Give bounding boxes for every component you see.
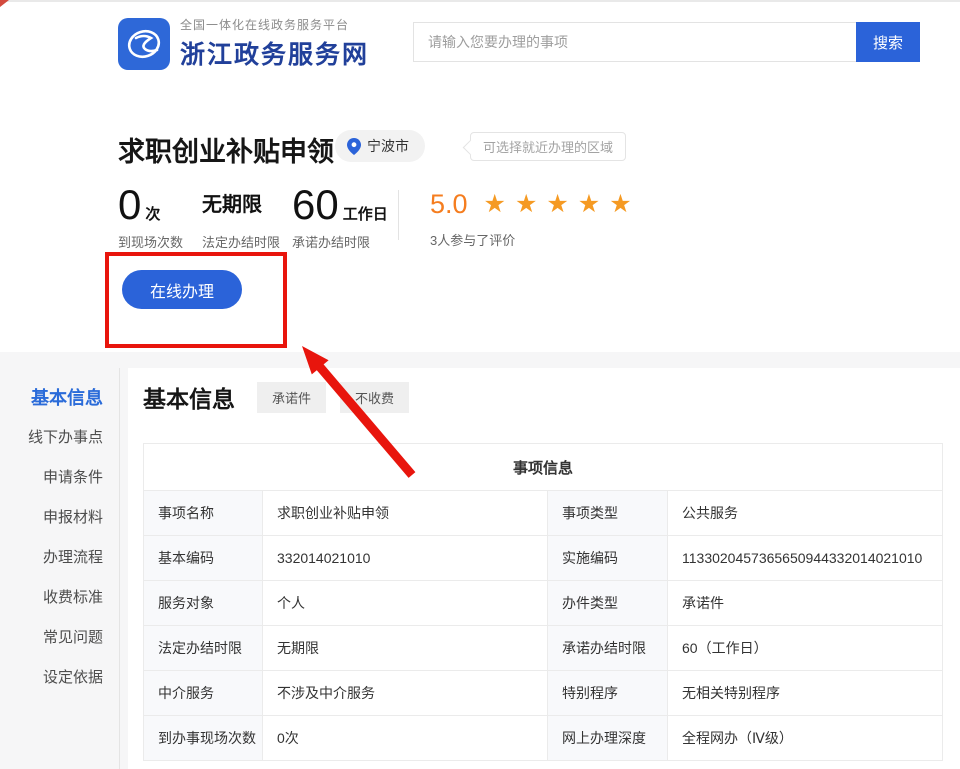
location-pin-icon — [347, 138, 361, 155]
rating-participants: 3人参与了评价 — [430, 230, 641, 249]
sidebar-item-fee-standard[interactable]: 收费标准 — [0, 578, 103, 618]
badge-promised-item: 承诺件 — [257, 382, 326, 413]
sidebar-item-legal-basis[interactable]: 设定依据 — [0, 658, 103, 698]
top-border — [0, 0, 960, 2]
row-value: 求职创业补贴申领 — [263, 491, 548, 536]
table-row: 服务对象 个人 办件类型 承诺件 — [144, 581, 943, 626]
sidebar-item-process-flow[interactable]: 办理流程 — [0, 538, 103, 578]
site-logo[interactable]: 全国一体化在线政务服务平台 浙江政务服务网 — [118, 16, 369, 71]
row-label: 网上办理深度 — [548, 716, 668, 761]
sidebar-item-application-materials[interactable]: 申报材料 — [0, 498, 103, 538]
stat-value: 0 — [118, 184, 141, 226]
table-row: 到办事现场次数 0次 网上办理深度 全程网办（Ⅳ级） — [144, 716, 943, 761]
site-name: 浙江政务服务网 — [180, 35, 369, 71]
section-heading: 基本信息 — [143, 380, 235, 414]
rating-score: 5.0 — [430, 189, 468, 220]
table-title: 事项信息 — [144, 444, 943, 491]
row-label: 基本编码 — [144, 536, 263, 581]
table-row: 法定办结时限 无期限 承诺办结时限 60（工作日） — [144, 626, 943, 671]
row-value: 无期限 — [263, 626, 548, 671]
row-label: 事项名称 — [144, 491, 263, 536]
stat-label: 承诺办结时限 — [292, 232, 388, 251]
stat-value: 无期限 — [202, 184, 262, 226]
row-value: 无相关特别程序 — [668, 671, 943, 716]
row-label: 服务对象 — [144, 581, 263, 626]
sidebar-item-offline-locations[interactable]: 线下办事点 — [0, 418, 103, 458]
stat-legal-time-limit: 无期限 法定办结时限 — [202, 184, 280, 251]
search-input[interactable] — [413, 22, 856, 62]
search-button[interactable]: 搜索 — [856, 22, 920, 62]
platform-name: 全国一体化在线政务服务平台 — [180, 16, 369, 33]
table-row: 基本编码 332014021010 实施编码 11330204573656509… — [144, 536, 943, 581]
stat-onsite-visits: 0 次 到现场次数 — [118, 184, 183, 251]
row-value: 1133020457365650944332014021010 — [668, 536, 943, 581]
corner-artifact — [0, 0, 9, 7]
logo-text: 全国一体化在线政务服务平台 浙江政务服务网 — [180, 16, 369, 71]
row-value: 332014021010 — [263, 536, 548, 581]
row-value: 承诺件 — [668, 581, 943, 626]
sidebar-divider — [119, 368, 120, 769]
row-value: 公共服务 — [668, 491, 943, 536]
row-value: 60（工作日） — [668, 626, 943, 671]
sidebar-item-application-conditions[interactable]: 申请条件 — [0, 458, 103, 498]
table-row: 中介服务 不涉及中介服务 特别程序 无相关特别程序 — [144, 671, 943, 716]
rating-stars-icon: ★★★★★ — [484, 192, 641, 217]
rating-block: 5.0 ★★★★★ 3人参与了评价 — [430, 186, 641, 249]
row-label: 承诺办结时限 — [548, 626, 668, 671]
row-label: 办件类型 — [548, 581, 668, 626]
stat-value: 60 — [292, 184, 339, 226]
row-value: 全程网办（Ⅳ级） — [668, 716, 943, 761]
search-bar: 搜索 — [413, 22, 920, 62]
sidebar-item-basic-info[interactable]: 基本信息 — [0, 378, 103, 418]
row-value: 个人 — [263, 581, 548, 626]
table-row: 事项名称 求职创业补贴申领 事项类型 公共服务 — [144, 491, 943, 536]
row-label: 实施编码 — [548, 536, 668, 581]
row-label: 特别程序 — [548, 671, 668, 716]
row-value: 0次 — [263, 716, 548, 761]
sidebar-item-faq[interactable]: 常见问题 — [0, 618, 103, 658]
sidebar-nav: 基本信息 线下办事点 申请条件 申报材料 办理流程 收费标准 常见问题 设定依据 — [0, 378, 103, 698]
row-label: 中介服务 — [144, 671, 263, 716]
stat-promised-time-limit: 60 工作日 承诺办结时限 — [292, 184, 388, 251]
row-label: 到办事现场次数 — [144, 716, 263, 761]
page: 全国一体化在线政务服务平台 浙江政务服务网 搜索 求职创业补贴申领 宁波市 可选… — [0, 0, 960, 769]
basic-info-card: 基本信息 承诺件 不收费 事项信息 事项名称 求职创业补贴申领 事项类型 公共服… — [128, 368, 960, 769]
row-value: 不涉及中介服务 — [263, 671, 548, 716]
online-apply-button[interactable]: 在线办理 — [122, 270, 242, 309]
row-label: 事项类型 — [548, 491, 668, 536]
stat-label: 到现场次数 — [118, 232, 183, 251]
city-selector[interactable]: 宁波市 — [335, 130, 425, 162]
row-label: 法定办结时限 — [144, 626, 263, 671]
badge-no-fee: 不收费 — [340, 382, 409, 413]
stats-divider — [398, 190, 399, 240]
page-title: 求职创业补贴申领 — [118, 130, 334, 169]
city-label: 宁波市 — [367, 136, 409, 156]
region-tip: 可选择就近办理的区域 — [470, 132, 626, 161]
stat-unit: 次 — [145, 203, 160, 224]
stat-label: 法定办结时限 — [202, 232, 280, 251]
stat-unit: 工作日 — [343, 203, 388, 224]
item-info-table: 事项信息 事项名称 求职创业补贴申领 事项类型 公共服务 基本编码 332014… — [143, 443, 943, 761]
logo-icon — [118, 18, 170, 70]
